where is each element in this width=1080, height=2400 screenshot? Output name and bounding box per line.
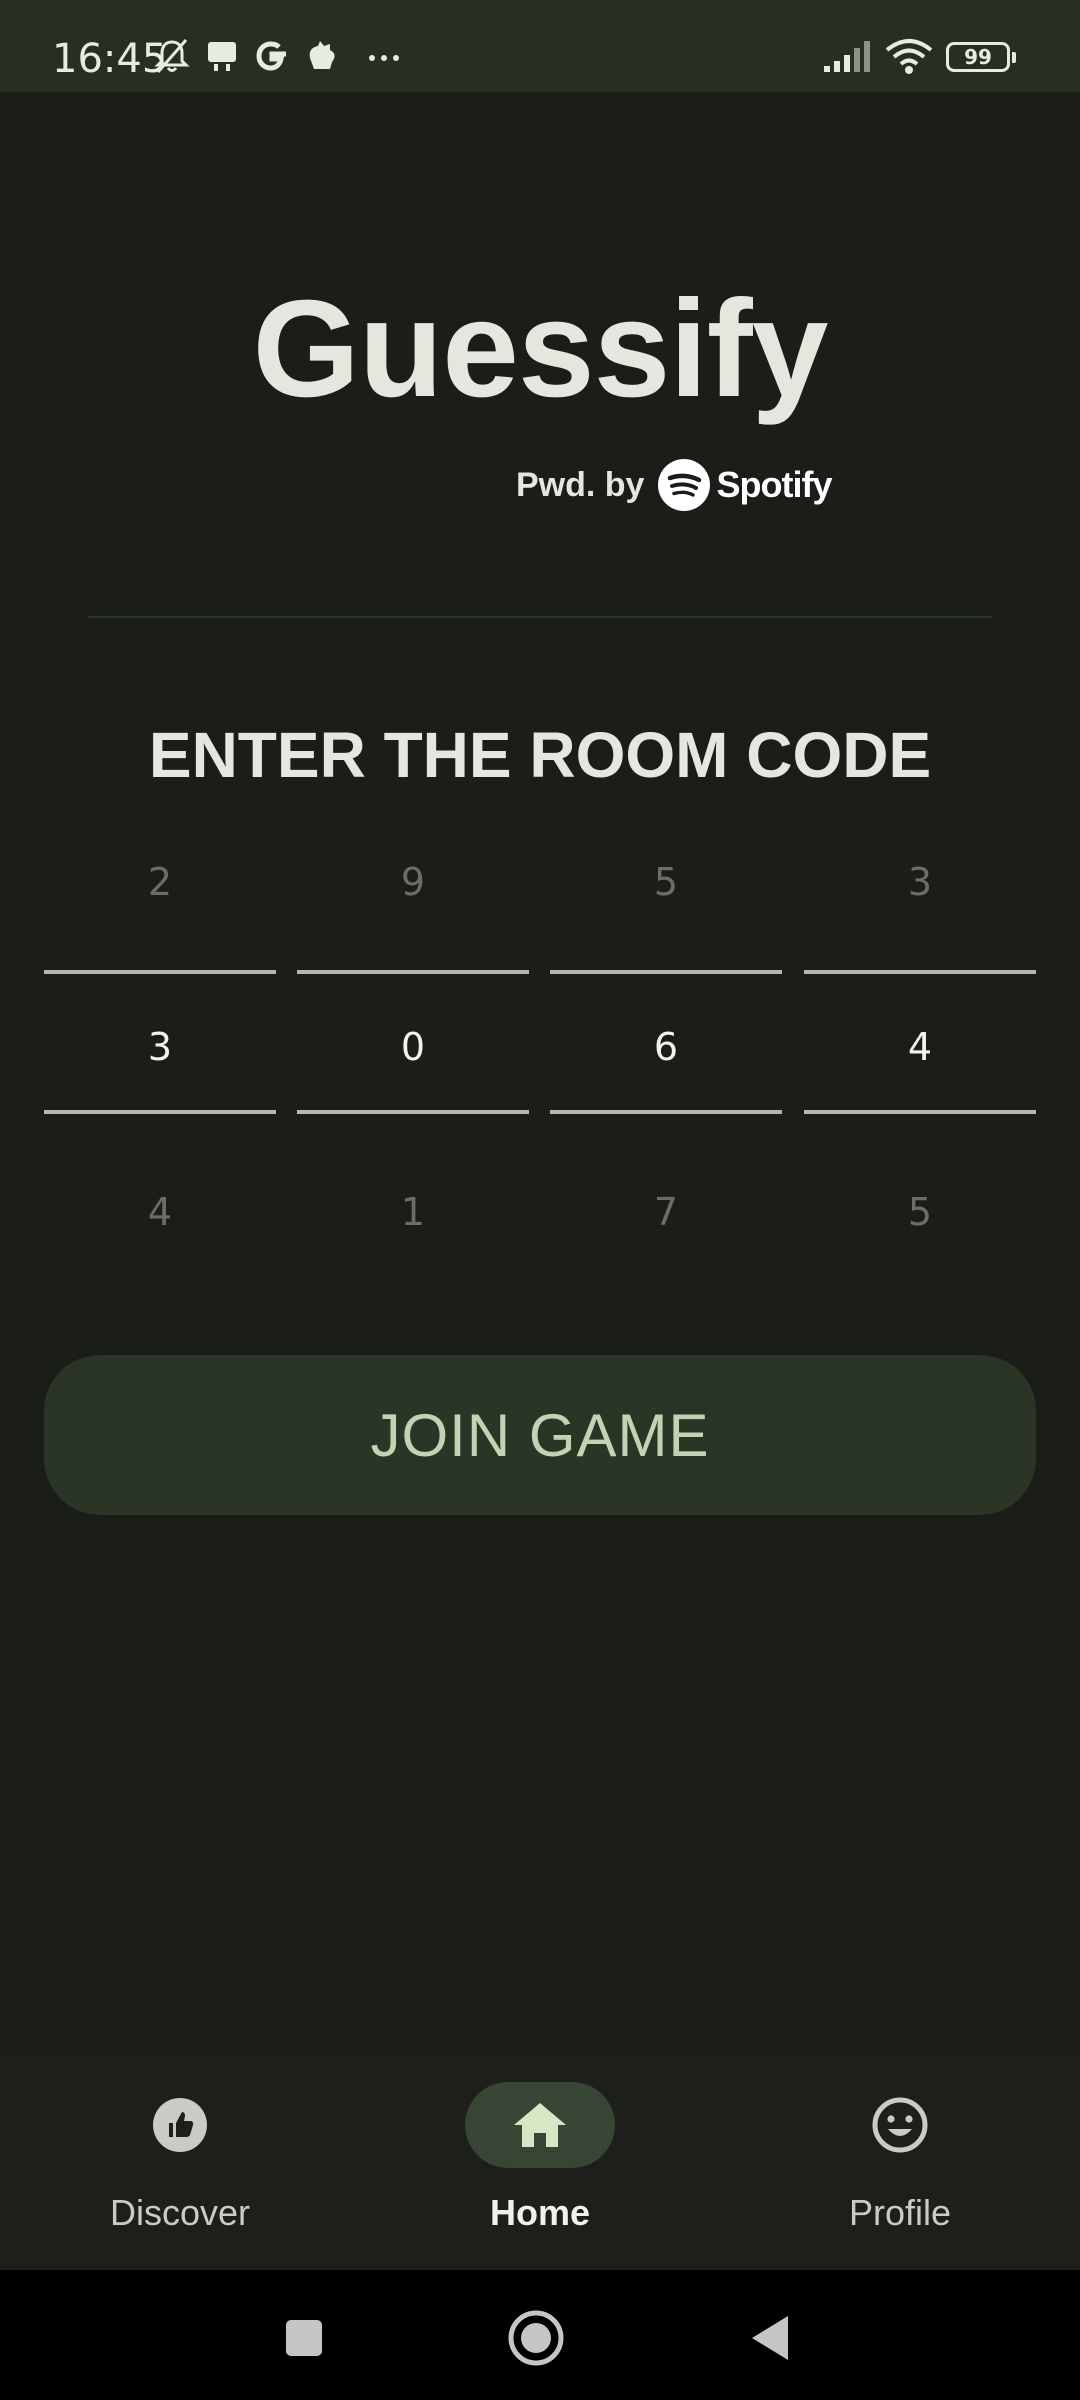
digit-picker-2[interactable]: 9 0 1 [297,820,529,1240]
picker-selection-line [44,1110,276,1114]
picker-prev-digit[interactable]: 9 [297,860,529,904]
bell-off-icon [154,39,190,73]
square-icon [286,2320,322,2356]
picker-selected-digit[interactable]: 3 [44,1025,276,1069]
status-bar: 16:45 99 [0,0,1080,92]
nav-item-profile[interactable]: Profile [750,2050,1050,2270]
picker-prev-digit[interactable]: 3 [804,860,1036,904]
wifi-icon [885,39,933,74]
powered-by: Pwd. by Spotify [516,455,832,515]
room-code-heading: ENTER THE ROOM CODE [148,719,932,791]
nav-label-discover: Discover [109,2192,251,2233]
back-button[interactable] [740,2308,800,2368]
smiley-icon [872,2097,928,2153]
battery-level: 99 [964,45,992,69]
bottom-navigation: Discover Home Profile [0,2050,1080,2270]
status-time: 16:45 [52,36,168,82]
nav-icon-container [105,2082,255,2168]
nav-icon-container [825,2082,975,2168]
picker-prev-digit[interactable]: 5 [550,860,782,904]
back-triangle-icon [752,2316,788,2360]
thumbs-up-icon [153,2098,207,2152]
signal-icon [824,41,870,72]
system-navigation-bar [0,2270,1080,2400]
recents-button[interactable] [274,2308,334,2368]
battery-icon: 99 [946,42,1016,72]
picker-prev-digit[interactable]: 2 [44,860,276,904]
picker-next-digit[interactable]: 7 [550,1190,782,1234]
picker-selection-line [550,970,782,974]
nav-item-discover[interactable]: Discover [30,2050,330,2270]
home-button[interactable] [506,2308,566,2368]
spotify-wordmark: Spotify [716,464,832,505]
nav-active-pill [465,2082,615,2168]
picker-selection-line [804,1110,1036,1114]
picker-selected-digit[interactable]: 4 [804,1025,1036,1069]
join-game-button[interactable]: JOIN GAME [44,1355,1036,1515]
notification-icon [208,42,236,71]
app-icon [309,41,335,69]
home-icon [514,2103,566,2147]
circle-icon [508,2310,564,2366]
picker-selection-line [297,1110,529,1114]
digit-picker-3[interactable]: 5 6 7 [550,820,782,1240]
google-icon [256,41,286,71]
nav-item-home[interactable]: Home [390,2050,690,2270]
picker-selection-line [297,970,529,974]
spotify-logo-icon [658,459,711,511]
picker-selected-digit[interactable]: 0 [297,1025,529,1069]
nav-label-profile: Profile [848,2192,952,2233]
powered-by-label: Pwd. by [516,465,645,504]
picker-selection-line [44,970,276,974]
nav-label-home: Home [489,2192,591,2233]
picker-next-digit[interactable]: 1 [297,1190,529,1234]
app-title: Guessify [252,272,829,426]
picker-next-digit[interactable]: 5 [804,1190,1036,1234]
picker-selection-line [804,970,1036,974]
digit-picker-1[interactable]: 2 3 4 [44,820,276,1240]
digit-picker-4[interactable]: 3 4 5 [804,820,1036,1240]
picker-selection-line [550,1110,782,1114]
picker-selected-digit[interactable]: 6 [550,1025,782,1069]
more-icon [369,55,399,61]
divider [88,616,992,618]
picker-next-digit[interactable]: 4 [44,1190,276,1234]
